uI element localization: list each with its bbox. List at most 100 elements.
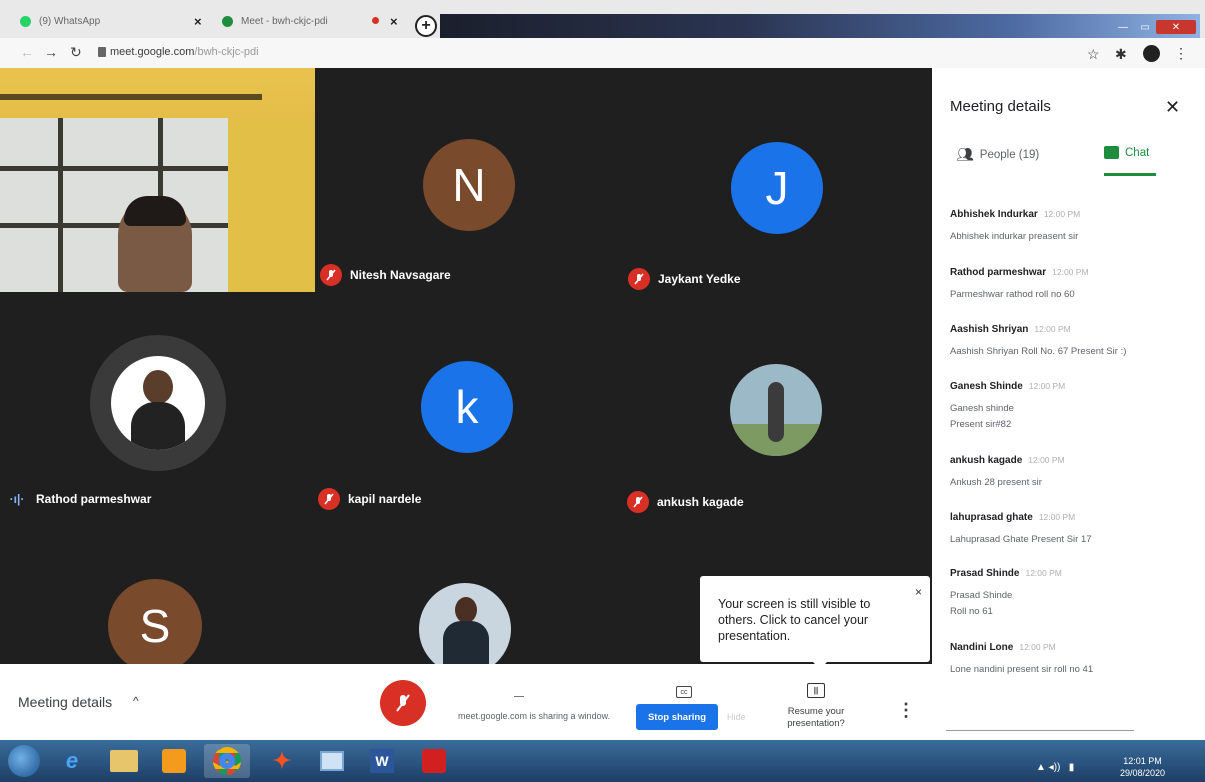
resume-presentation-button[interactable]: Resume your presentation? xyxy=(776,706,856,730)
word-icon[interactable]: W xyxy=(362,744,402,778)
chat-text: Lone nandini present sir roll no 41 xyxy=(950,664,1094,675)
chat-message: lahuprasad ghate 12:00 PM Lahuprasad Ghat… xyxy=(950,507,1195,548)
chat-time: 12:00 PM xyxy=(1028,381,1066,391)
tab-people-label: People (19) xyxy=(979,148,1040,161)
more-options-icon[interactable]: ⋮ xyxy=(897,700,915,721)
participant-name: ankush kagade xyxy=(657,495,744,509)
app-window-icon[interactable] xyxy=(312,744,352,778)
tab-whatsapp-close-icon[interactable]: × xyxy=(194,14,202,29)
taskbar-clock[interactable]: 12:01 PM 29/08/2020 xyxy=(1120,755,1165,779)
clock-time: 12:01 PM xyxy=(1123,756,1162,766)
present-icon[interactable]: || xyxy=(807,683,825,698)
avatar-photo-body xyxy=(131,402,185,450)
presentation-warning-popup[interactable]: × Your screen is still visible to others… xyxy=(700,576,930,662)
meeting-details-button[interactable]: Meeting details xyxy=(18,694,112,710)
panel-close-icon[interactable]: ✕ xyxy=(1165,97,1180,118)
browser-tab-bar: (9) WhatsApp × Meet - bwh-ckjc-pdi × + —… xyxy=(0,0,1205,38)
avatar-photo-face xyxy=(143,370,173,404)
tab-chat-label: Chat xyxy=(1125,146,1150,159)
chat-time: 12:00 PM xyxy=(1019,642,1056,652)
chat-time: 12:00 PM xyxy=(1043,209,1081,219)
chat-time: 12:00 PM xyxy=(1028,455,1065,465)
chat-text: Prasad Shinde Roll no 61 xyxy=(950,590,1013,617)
muted-mic-icon xyxy=(396,694,410,712)
media-player-icon[interactable] xyxy=(154,744,194,778)
chat-text: Lahuprasad Ghate Present Sir 17 xyxy=(950,534,1092,545)
window-bar xyxy=(58,118,63,292)
participant-name: Jaykant Yedke xyxy=(658,272,741,286)
chat-text: Aashish Shriyan Roll No. 67 Present Sir … xyxy=(950,346,1127,357)
avatar-jaykant: J xyxy=(731,142,823,234)
window-background xyxy=(0,118,228,292)
tab-meet-title: Meet - bwh-ckjc-pdi xyxy=(241,15,328,27)
reload-icon[interactable]: ↻ xyxy=(70,44,82,61)
sharing-status-text: meet.google.com is sharing a window. xyxy=(458,711,611,721)
chat-message: Prasad Shinde 12:00 PM Prasad Shinde Roll… xyxy=(950,563,1195,620)
self-video-tile[interactable] xyxy=(0,68,315,292)
new-tab-button[interactable]: + xyxy=(415,15,437,37)
chrome-icon[interactable] xyxy=(204,744,250,778)
chevron-up-icon[interactable]: ^ xyxy=(133,694,139,708)
file-explorer-icon[interactable] xyxy=(104,744,144,778)
meet-icon xyxy=(222,15,233,27)
dash-divider xyxy=(514,696,524,697)
windows-logo-icon xyxy=(8,745,40,777)
minimize-icon[interactable]: — xyxy=(1112,20,1134,34)
participant-ankush-label: ankush kagade xyxy=(627,491,744,513)
lock-icon xyxy=(98,47,106,57)
acrobat-icon[interactable] xyxy=(414,744,454,778)
hide-button[interactable]: Hide xyxy=(727,712,746,722)
chat-sender: lahuprasad ghate xyxy=(950,512,1033,523)
tab-chat[interactable]: Chat xyxy=(1104,146,1149,159)
url-field[interactable]: meet.google.com/bwh-ckjc-pdi xyxy=(110,46,259,58)
chat-time: 12:00 PM xyxy=(1034,324,1071,334)
chat-time: 12:00 PM xyxy=(1038,512,1076,522)
system-tray[interactable]: ▲ ◂)) ▮ xyxy=(1036,762,1074,773)
chat-sender: Rathod parmeshwar xyxy=(950,267,1047,278)
popup-text: Your screen is still visible to others. … xyxy=(718,597,871,643)
muted-mic-icon xyxy=(320,264,342,286)
profile-avatar[interactable] xyxy=(1143,45,1160,62)
chat-sender: Ganesh Shinde xyxy=(950,381,1023,392)
whatsapp-icon xyxy=(20,15,31,27)
chat-message: Aashish Shriyan 12:00 PM Aashish Shriyan … xyxy=(950,319,1195,360)
popup-close-icon[interactable]: × xyxy=(915,584,922,600)
windows-taskbar: e ✦ W ▲ ◂)) ▮ 12:01 PM 29/08/2020 xyxy=(0,740,1205,782)
forward-arrow-icon[interactable]: → xyxy=(44,44,58,60)
avatar-s: S xyxy=(108,579,202,673)
avatar-photo-face xyxy=(455,597,477,623)
tab-people[interactable]: 👥︎ People (19) xyxy=(956,146,1039,163)
tab-meet[interactable]: Meet - bwh-ckjc-pdi × xyxy=(222,8,402,34)
browser-menu-icon[interactable]: ⋮ xyxy=(1174,45,1188,62)
stop-sharing-button[interactable]: Stop sharing xyxy=(636,704,718,730)
unmute-mic-button[interactable] xyxy=(380,680,426,726)
extensions-icon[interactable]: ✱ xyxy=(1115,46,1127,63)
captions-icon[interactable]: cc xyxy=(676,686,692,698)
url-path: /bwh-ckjc-pdi xyxy=(194,46,259,58)
panel-title: Meeting details xyxy=(950,98,1051,115)
avatar-nitesh: N xyxy=(423,139,515,231)
window-close-icon[interactable]: ✕ xyxy=(1156,20,1196,34)
tab-meet-close-icon[interactable]: × xyxy=(390,14,398,29)
avatar-photo-participant xyxy=(419,583,511,675)
start-button[interactable] xyxy=(2,744,46,778)
maximize-icon[interactable]: ▭ xyxy=(1134,20,1156,34)
clock-date: 29/08/2020 xyxy=(1120,768,1166,778)
avatar-rathod xyxy=(111,356,205,450)
chat-message: Rathod parmeshwar 12:00 PM Parmeshwar rat… xyxy=(950,262,1195,303)
back-arrow-icon[interactable]: ← xyxy=(20,44,34,60)
app-icon[interactable]: ✦ xyxy=(262,744,302,778)
participant-name: Nitesh Navsagare xyxy=(350,268,451,282)
tab-whatsapp[interactable]: (9) WhatsApp × xyxy=(20,8,210,34)
internet-explorer-icon[interactable]: e xyxy=(52,744,92,778)
recording-dot-icon xyxy=(372,17,379,24)
screen: (9) WhatsApp × Meet - bwh-ckjc-pdi × + —… xyxy=(0,0,1205,782)
person-hair xyxy=(124,196,186,226)
chat-sender: ankush kagade xyxy=(950,455,1023,466)
avatar-ankush xyxy=(730,364,822,456)
chat-text: Ankush 28 present sir xyxy=(950,477,1042,488)
bookmark-star-icon[interactable]: ☆ xyxy=(1087,46,1100,63)
chat-sender: Abhishek Indurkar xyxy=(950,209,1038,220)
avatar-photo-person xyxy=(768,382,784,442)
muted-mic-icon xyxy=(628,268,650,290)
